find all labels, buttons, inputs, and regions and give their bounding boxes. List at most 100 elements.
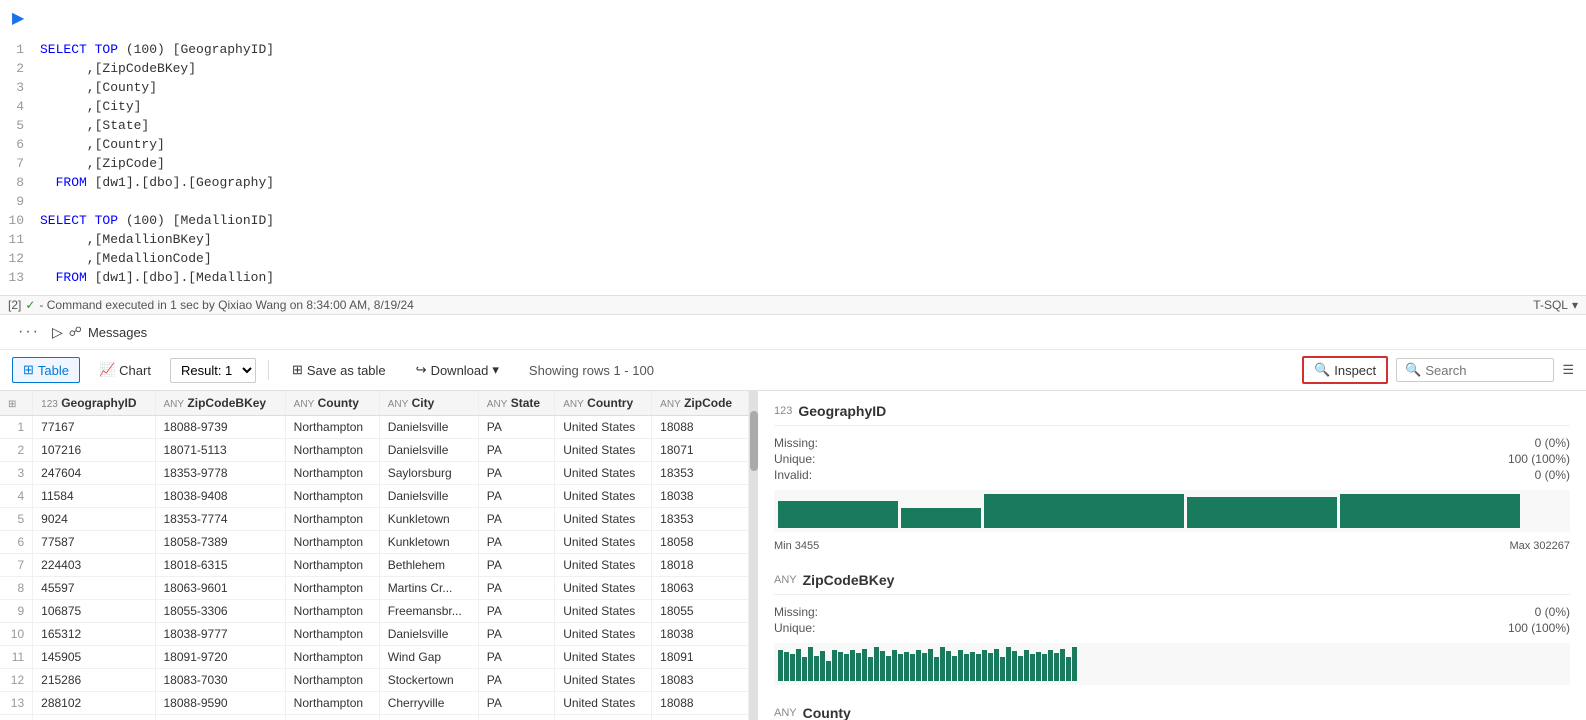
table-cell: 18091 bbox=[652, 646, 749, 669]
col-header-county[interactable]: ANY County bbox=[285, 391, 379, 416]
bar-segment bbox=[1000, 657, 1005, 681]
table-cell: United States bbox=[555, 462, 652, 485]
bar-segment bbox=[958, 650, 963, 681]
col-header-geographyid[interactable]: 123 GeographyID bbox=[33, 391, 155, 416]
bar-segment bbox=[844, 654, 849, 681]
bar-segment bbox=[910, 654, 915, 681]
bar-segment bbox=[808, 647, 813, 681]
results-toolbar: ⊞ Table 📈 Chart Result: 1 ⊞ Save as tabl… bbox=[0, 350, 1586, 391]
table-cell: PA bbox=[478, 531, 554, 554]
bar-segment bbox=[904, 652, 909, 681]
table-cell: 18353 bbox=[652, 508, 749, 531]
field-name: ZipCodeBKey bbox=[803, 572, 895, 588]
code-content[interactable]: SELECT TOP (100) [GeographyID] ,[ZipCode… bbox=[40, 40, 1586, 287]
bar-segment bbox=[898, 654, 903, 681]
messages-label: Messages bbox=[88, 325, 147, 340]
code-line-1: SELECT TOP (100) [GeographyID] bbox=[40, 40, 1586, 59]
table-cell: 215286 bbox=[33, 669, 155, 692]
table-cell: 18063-9601 bbox=[155, 577, 285, 600]
table-cell: Stockertown bbox=[379, 669, 478, 692]
table-cell: 9024 bbox=[33, 508, 155, 531]
search-icon: 🔍 bbox=[1405, 362, 1421, 378]
table-cell: United States bbox=[555, 439, 652, 462]
table-tab-label: Table bbox=[38, 363, 69, 378]
table-cell: Bethlehem bbox=[379, 554, 478, 577]
col-header-zipcodebkey[interactable]: ANY ZipCodeBKey bbox=[155, 391, 285, 416]
result-select[interactable]: Result: 1 bbox=[170, 358, 256, 383]
missing-stat-2: Missing: 0 (0%) bbox=[774, 605, 1570, 619]
table-cell: PA bbox=[478, 646, 554, 669]
chart-tab[interactable]: 📈 Chart bbox=[88, 357, 162, 383]
separator-1 bbox=[268, 360, 269, 380]
bar-segment bbox=[970, 652, 975, 681]
type-badge-any-county: ANY bbox=[774, 707, 797, 719]
bar-segment bbox=[1072, 647, 1077, 681]
table-cell: 18058 bbox=[652, 531, 749, 554]
results-area: ··· ▷ ☍ Messages ⊞ Table 📈 Chart Result:… bbox=[0, 315, 1586, 720]
more-button[interactable]: ··· bbox=[12, 321, 46, 343]
code-container: 12345 678910 111213 SELECT TOP (100) [Ge… bbox=[0, 36, 1586, 295]
search-input[interactable] bbox=[1425, 363, 1545, 378]
table-cell: Danielsville bbox=[379, 485, 478, 508]
row-number: 13 bbox=[0, 692, 33, 715]
table-cell: Northampton bbox=[285, 646, 379, 669]
table-cell: Cherryville bbox=[379, 692, 478, 715]
download-icon: ↪ bbox=[416, 362, 427, 378]
col-header-state[interactable]: ANY State bbox=[478, 391, 554, 416]
table-cell: United States bbox=[555, 669, 652, 692]
table-cell: PA bbox=[478, 577, 554, 600]
table-cell: 18088 bbox=[652, 416, 749, 439]
divider bbox=[774, 425, 1570, 426]
download-button[interactable]: ↪ Download ▾ bbox=[405, 357, 510, 383]
code-line-2: ,[ZipCodeBKey] bbox=[40, 59, 1586, 78]
table-row: 1114590518091-9720NorthamptonWind GapPAU… bbox=[0, 646, 749, 669]
table-row: 210721618071-5113NorthamptonDanielsville… bbox=[0, 439, 749, 462]
code-line-13: FROM [dw1].[dbo].[Medallion] bbox=[40, 268, 1586, 287]
col-header-zipcode[interactable]: ANY ZipCode bbox=[652, 391, 749, 416]
run-button[interactable]: ▶ bbox=[8, 4, 28, 32]
zipcode-bars-inner bbox=[778, 647, 1566, 681]
save-as-table-button[interactable]: ⊞ Save as table bbox=[281, 357, 397, 383]
data-table: ⊞ 123 GeographyID ANY ZipCodeBKey ANY Co… bbox=[0, 391, 749, 720]
bar-segment bbox=[1006, 647, 1011, 681]
scroll-indicator[interactable] bbox=[750, 391, 758, 720]
bar-segment bbox=[874, 647, 879, 681]
table-cell: 77167 bbox=[33, 416, 155, 439]
row-number: 2 bbox=[0, 439, 33, 462]
table-row: 1417960518020-9321NorthamptonBethlehemPA… bbox=[0, 715, 749, 720]
col-header-city[interactable]: ANY City bbox=[379, 391, 478, 416]
table-cell: Northampton bbox=[285, 554, 379, 577]
table-cell: Northampton bbox=[285, 577, 379, 600]
table-cell: Martins Cr... bbox=[379, 577, 478, 600]
bar-segment bbox=[1066, 657, 1071, 681]
table-cell: 18020 bbox=[652, 715, 749, 720]
code-line-12: ,[MedallionCode] bbox=[40, 249, 1586, 268]
table-cell: United States bbox=[555, 623, 652, 646]
unique-label-2: Unique: bbox=[774, 621, 815, 635]
bar-segment bbox=[1048, 650, 1053, 681]
lang-indicator[interactable]: T-SQL ▾ bbox=[1533, 298, 1578, 312]
table-container[interactable]: ⊞ 123 GeographyID ANY ZipCodeBKey ANY Co… bbox=[0, 391, 750, 720]
table-tab[interactable]: ⊞ Table bbox=[12, 357, 80, 383]
table-cell: United States bbox=[555, 531, 652, 554]
col-header-country[interactable]: ANY Country bbox=[555, 391, 652, 416]
table-cell: 18038 bbox=[652, 623, 749, 646]
max-label: Max 302267 bbox=[1509, 540, 1570, 552]
field-name: GeographyID bbox=[798, 403, 886, 419]
expand-icon[interactable]: ▷ bbox=[52, 324, 63, 341]
filter-icon[interactable]: ☰ bbox=[1562, 362, 1574, 378]
divider-2 bbox=[774, 594, 1570, 595]
table-cell: PA bbox=[478, 600, 554, 623]
inspect-button[interactable]: 🔍 Inspect bbox=[1302, 356, 1388, 384]
line-numbers: 12345 678910 111213 bbox=[0, 40, 40, 287]
inspect-county-title: ANY County bbox=[774, 705, 1570, 720]
bar-segment bbox=[1024, 650, 1029, 681]
table-cell: PA bbox=[478, 439, 554, 462]
table-cell: PA bbox=[478, 554, 554, 577]
row-number: 8 bbox=[0, 577, 33, 600]
inspect-county: ANY County Missing: 0 (0%) Unique: 1 (1%… bbox=[774, 705, 1570, 720]
bar-segment bbox=[796, 649, 801, 681]
save-icon: ⊞ bbox=[292, 362, 303, 378]
table-cell: Northampton bbox=[285, 623, 379, 646]
table-cell: PA bbox=[478, 462, 554, 485]
